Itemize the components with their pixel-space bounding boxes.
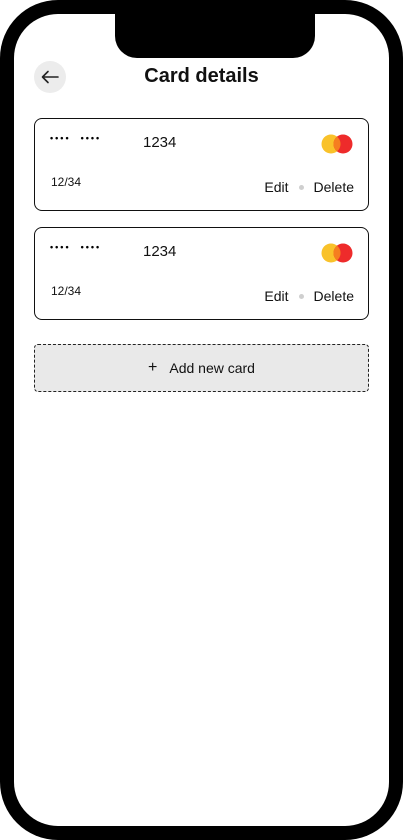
masked-card-number: •••• •••• bbox=[50, 242, 111, 252]
masked-card-number: •••• •••• bbox=[50, 133, 111, 143]
card-actions: Edit Delete bbox=[264, 179, 354, 195]
mastercard-logo bbox=[321, 134, 353, 154]
edit-button[interactable]: Edit bbox=[264, 179, 288, 195]
delete-button[interactable]: Delete bbox=[314, 179, 354, 195]
masked-group: •••• bbox=[80, 133, 102, 143]
separator-dot bbox=[298, 293, 304, 299]
delete-button[interactable]: Delete bbox=[314, 288, 354, 304]
card-item[interactable]: •••• •••• 1234 12/34 Edit Delete bbox=[34, 227, 369, 320]
edit-button[interactable]: Edit bbox=[264, 288, 288, 304]
separator-dot bbox=[298, 184, 304, 190]
card-last-four: 1234 bbox=[143, 134, 177, 151]
card-last-four: 1234 bbox=[143, 243, 177, 260]
masked-group: •••• bbox=[50, 242, 71, 252]
masked-group: •••• bbox=[50, 133, 71, 143]
card-expiry: 12/34 bbox=[51, 284, 82, 298]
add-new-card-label: Add new card bbox=[169, 360, 255, 376]
card-expiry: 12/34 bbox=[51, 175, 82, 189]
page-title: Card details bbox=[144, 65, 259, 87]
card-item[interactable]: •••• •••• 1234 12/34 Edit Delete bbox=[34, 118, 369, 211]
add-new-card-button[interactable]: + Add new card bbox=[34, 344, 369, 392]
plus-icon: + bbox=[148, 359, 158, 376]
masked-group: •••• bbox=[80, 242, 102, 252]
card-actions: Edit Delete bbox=[264, 288, 354, 304]
notch bbox=[115, 14, 315, 58]
mastercard-logo bbox=[321, 243, 353, 263]
